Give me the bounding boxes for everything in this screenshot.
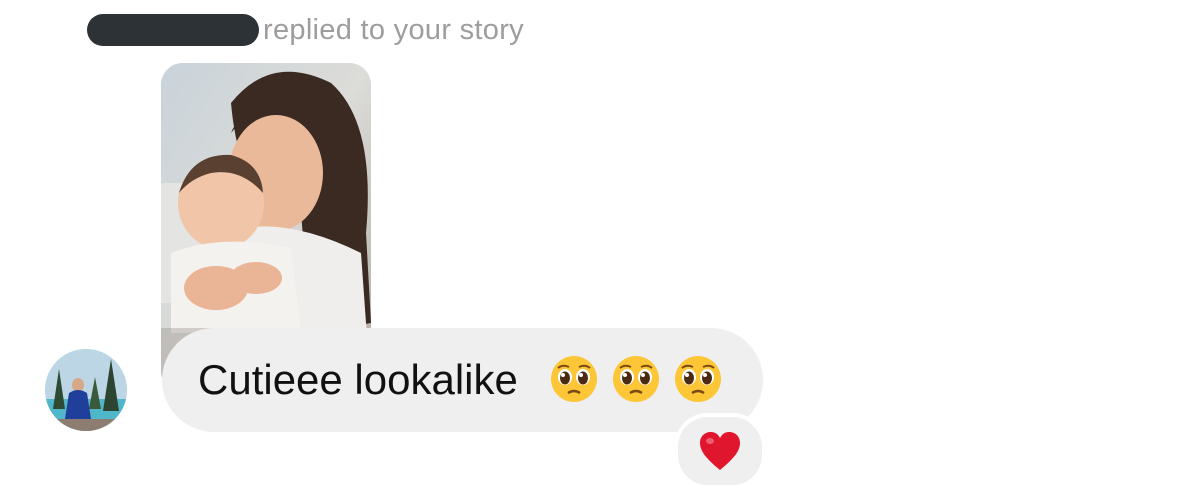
pleading-face-emoji — [675, 356, 721, 402]
pleading-face-emoji — [613, 356, 659, 402]
emoji-group — [549, 354, 723, 404]
pleading-face-emoji — [551, 356, 597, 402]
message-text: Cutieee lookalike — [198, 356, 518, 403]
redacted-username — [87, 14, 259, 46]
red-heart-icon — [700, 432, 740, 470]
sender-avatar[interactable] — [45, 349, 127, 431]
story-reply-label: replied to your story — [263, 14, 524, 46]
message-bubble[interactable]: Cutieee lookalike — [162, 328, 763, 432]
heart-reaction[interactable] — [674, 413, 766, 489]
